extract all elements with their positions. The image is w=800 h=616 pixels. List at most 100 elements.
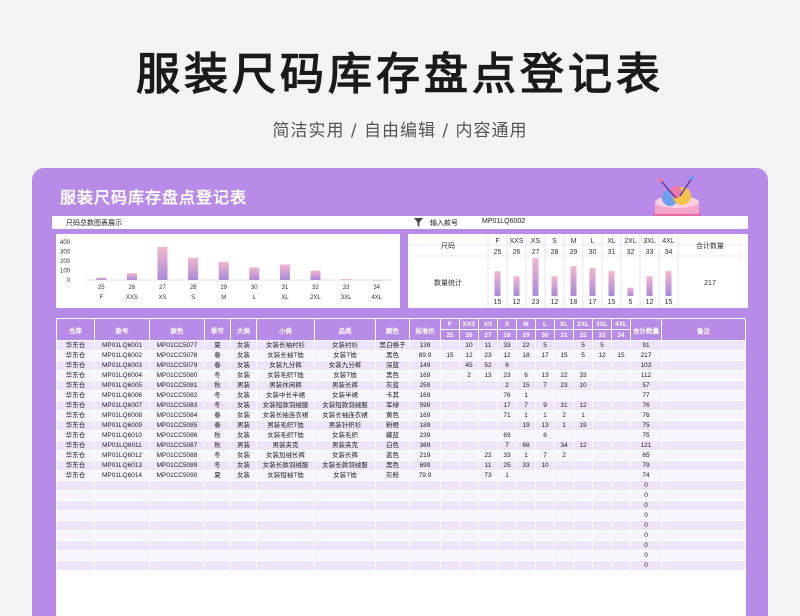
table-cell[interactable] [611, 490, 631, 501]
table-cell[interactable] [554, 490, 574, 501]
table-cell[interactable]: 19 [516, 420, 536, 431]
table-cell[interactable]: 1 [573, 410, 593, 421]
table-cell[interactable] [204, 550, 231, 561]
table-cell[interactable] [554, 530, 574, 541]
table-cell[interactable]: MP01LQ6004 [94, 370, 150, 381]
table-cell[interactable] [375, 550, 410, 561]
table-cell[interactable]: MP01CC5079 [149, 360, 205, 371]
table-cell[interactable] [375, 480, 410, 491]
table-cell[interactable] [409, 490, 441, 501]
table-cell[interactable] [497, 480, 517, 491]
table-cell[interactable] [611, 360, 631, 371]
table-cell[interactable] [149, 480, 205, 491]
table-cell[interactable]: 5 [573, 350, 593, 361]
filter-icon[interactable] [414, 218, 423, 227]
table-cell[interactable] [554, 560, 574, 571]
table-cell[interactable]: 13 [478, 370, 498, 381]
table-cell[interactable] [230, 510, 257, 521]
table-cell[interactable] [256, 540, 315, 551]
table-cell[interactable] [440, 430, 460, 441]
table-cell[interactable]: 冬 [204, 370, 231, 381]
table-cell[interactable] [478, 410, 498, 421]
table-cell[interactable]: 1 [516, 450, 536, 461]
table-cell[interactable]: 女装长袖连衣裙 [256, 410, 315, 421]
table-cell[interactable] [592, 360, 612, 371]
table-cell[interactable]: 6 [497, 360, 517, 371]
table-cell[interactable] [440, 490, 460, 501]
table-cell[interactable]: 79.9 [409, 470, 441, 481]
table-cell[interactable]: 217 [630, 350, 662, 361]
table-cell[interactable]: 13 [535, 420, 555, 431]
table-cell[interactable]: 春 [204, 360, 231, 371]
table-cell[interactable] [611, 550, 631, 561]
table-cell[interactable] [56, 490, 95, 501]
table-cell[interactable] [661, 440, 746, 451]
table-cell[interactable]: 男装夹克 [314, 440, 376, 451]
table-cell[interactable] [94, 530, 150, 541]
table-cell[interactable]: 2 [497, 380, 517, 391]
table-cell[interactable]: 15 [440, 350, 460, 361]
table-cell[interactable] [573, 430, 593, 441]
table-cell[interactable] [661, 560, 746, 571]
table-cell[interactable] [256, 530, 315, 541]
table-cell[interactable]: 华东仓 [56, 360, 95, 371]
table-cell[interactable] [440, 470, 460, 481]
table-cell[interactable] [497, 520, 517, 531]
table-cell[interactable] [230, 550, 257, 561]
table-cell[interactable] [661, 530, 746, 541]
table-cell[interactable] [497, 530, 517, 541]
table-cell[interactable] [611, 370, 631, 381]
table-cell[interactable]: 深蓝 [375, 360, 410, 371]
table-cell[interactable] [459, 410, 479, 421]
table-cell[interactable]: 699 [409, 460, 441, 471]
table-cell[interactable]: 春 [204, 420, 231, 431]
table-cell[interactable] [611, 400, 631, 411]
table-cell[interactable]: 68 [516, 440, 536, 451]
table-cell[interactable]: 男装针织衫 [314, 420, 376, 431]
table-cell[interactable] [573, 520, 593, 531]
table-cell[interactable] [256, 480, 315, 491]
table-cell[interactable] [516, 430, 536, 441]
table-cell[interactable]: MP01LQ6011 [94, 440, 150, 451]
table-cell[interactable] [440, 360, 460, 371]
table-cell[interactable] [592, 500, 612, 511]
table-cell[interactable]: 5 [573, 340, 593, 351]
table-cell[interactable] [375, 510, 410, 521]
table-cell[interactable] [204, 520, 231, 531]
table-cell[interactable] [440, 440, 460, 451]
table-cell[interactable]: 女装长袖衬衫 [256, 340, 315, 351]
table-cell[interactable]: 华东仓 [56, 410, 95, 421]
table-cell[interactable]: 女装毛织T恤 [256, 430, 315, 441]
table-cell[interactable] [516, 510, 536, 521]
table-cell[interactable]: 女装 [230, 340, 257, 351]
table-cell[interactable]: 黑白格子 [375, 340, 410, 351]
table-cell[interactable] [409, 510, 441, 521]
table-cell[interactable]: 秋 [204, 430, 231, 441]
table-cell[interactable] [478, 420, 498, 431]
table-cell[interactable] [440, 560, 460, 571]
table-cell[interactable]: 79 [630, 460, 662, 471]
table-cell[interactable] [611, 420, 631, 431]
table-cell[interactable] [611, 540, 631, 551]
table-cell[interactable]: MP01CC5085 [149, 420, 205, 431]
table-cell[interactable]: 女装短款羽绒服 [256, 400, 315, 411]
table-cell[interactable] [554, 340, 574, 351]
table-cell[interactable]: 女装长款羽绒服 [314, 460, 376, 471]
table-cell[interactable] [478, 440, 498, 451]
table-cell[interactable]: 33 [497, 450, 517, 461]
table-cell[interactable] [459, 520, 479, 531]
table-cell[interactable]: 74 [630, 470, 662, 481]
table-cell[interactable] [573, 510, 593, 521]
table-cell[interactable]: 华东仓 [56, 380, 95, 391]
table-cell[interactable] [661, 420, 746, 431]
table-cell[interactable] [535, 440, 555, 451]
table-cell[interactable]: 149 [409, 360, 441, 371]
table-cell[interactable]: 52 [478, 360, 498, 371]
table-cell[interactable]: 卡其 [375, 390, 410, 401]
table-cell[interactable]: 9 [535, 400, 555, 411]
table-cell[interactable] [516, 490, 536, 501]
table-cell[interactable] [535, 360, 555, 371]
table-cell[interactable] [592, 540, 612, 551]
table-cell[interactable] [573, 490, 593, 501]
table-cell[interactable] [375, 540, 410, 551]
